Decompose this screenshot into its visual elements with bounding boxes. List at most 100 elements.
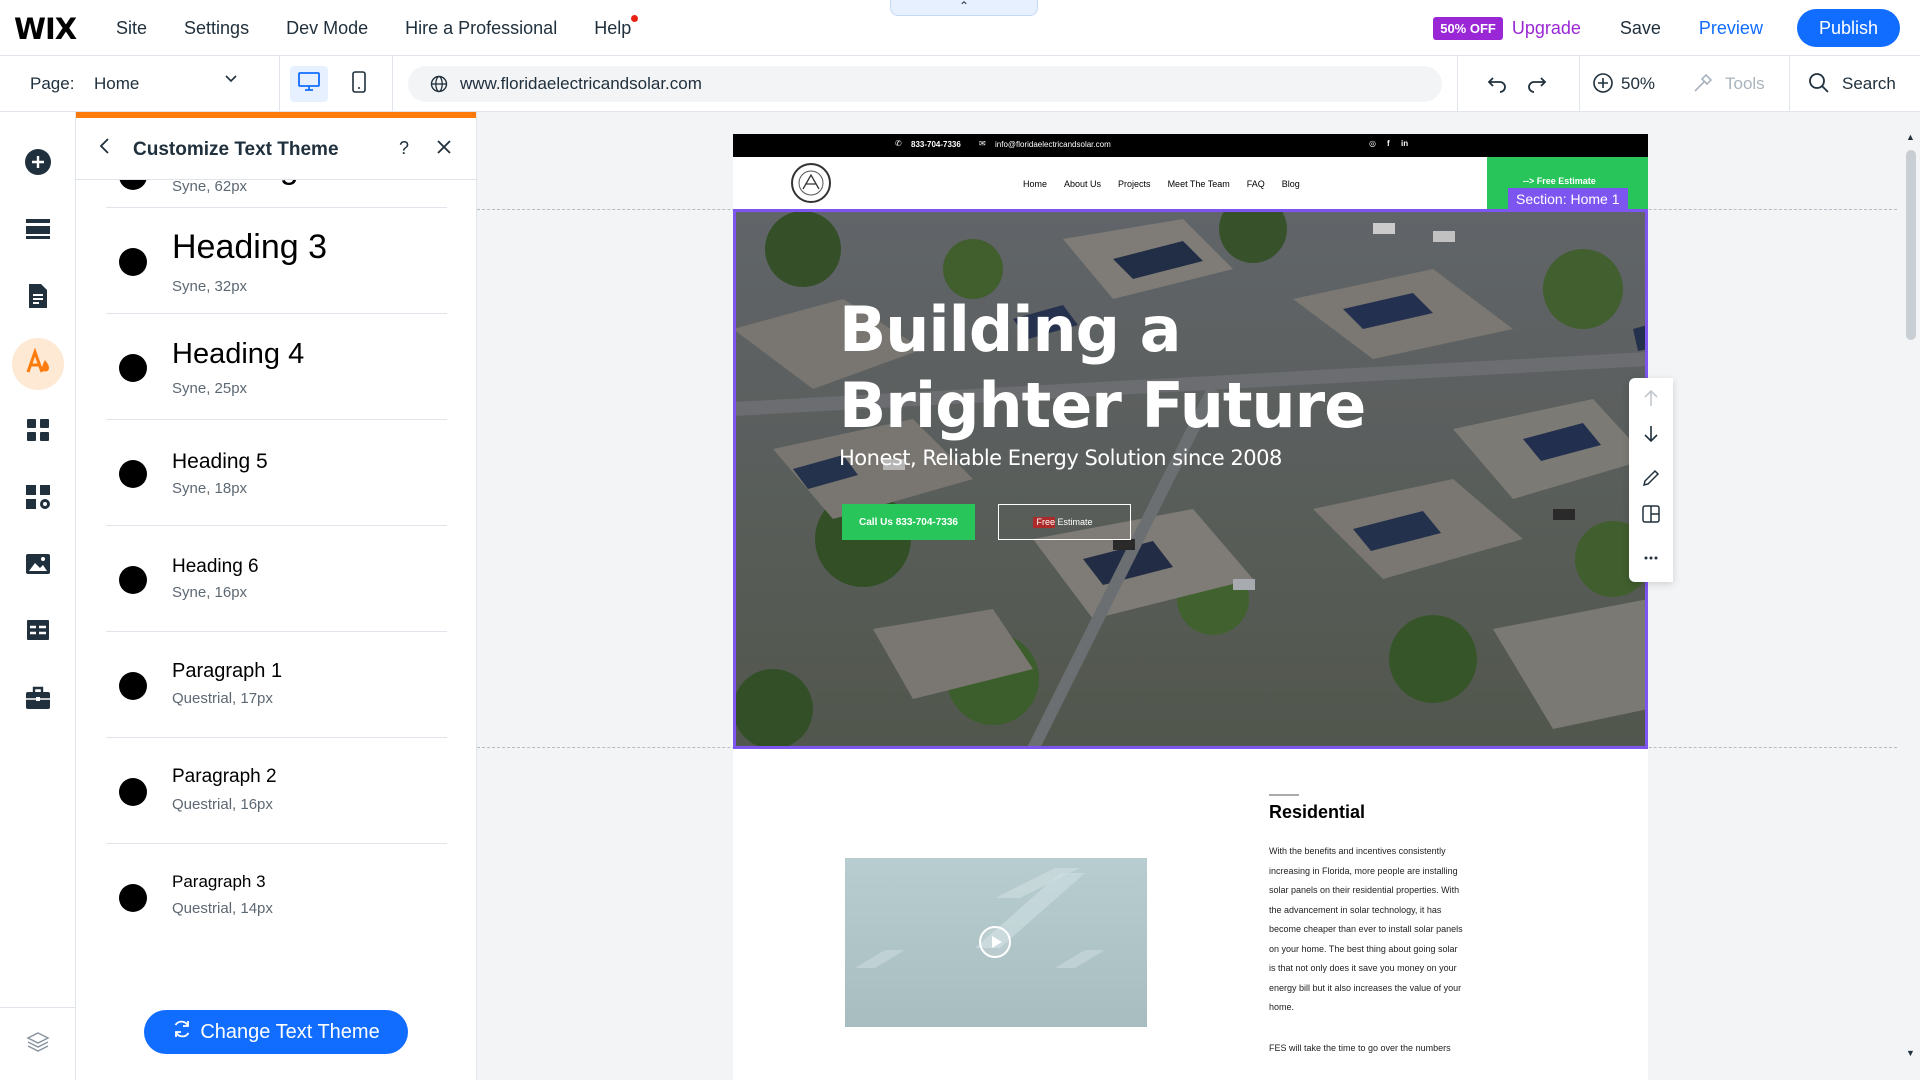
tools-button[interactable]: Tools: [1725, 74, 1765, 94]
image-icon: [25, 553, 51, 580]
color-dot: [119, 884, 147, 912]
scroll-down-arrow[interactable]: ▼: [1906, 1048, 1915, 1058]
section-tools: [1629, 378, 1673, 582]
sections-button[interactable]: [12, 205, 64, 257]
help-icon[interactable]: ?: [399, 138, 409, 159]
residential-more-text[interactable]: FES will take the time to go over the nu…: [1269, 1043, 1491, 1053]
chevron-down-icon[interactable]: [224, 72, 238, 91]
site-email[interactable]: info@floridaelectricandsolar.com: [995, 140, 1111, 149]
video-player[interactable]: [845, 858, 1147, 1027]
publish-button[interactable]: Publish: [1796, 9, 1900, 47]
menu-hire-professional[interactable]: Hire a Professional: [405, 18, 557, 39]
cms-button[interactable]: [12, 606, 64, 658]
more-icon[interactable]: [1641, 548, 1661, 573]
redo-icon[interactable]: [1525, 70, 1549, 99]
residential-title[interactable]: Residential: [1269, 802, 1365, 823]
scroll-thumb[interactable]: [1906, 150, 1916, 340]
desktop-icon: [297, 71, 321, 98]
layers-button[interactable]: [12, 1018, 64, 1070]
residential-line: on your home. The best thing about going…: [1269, 943, 1458, 954]
phone-icon: ✆: [895, 139, 902, 148]
zoom-icon[interactable]: [1592, 72, 1614, 99]
business-apps-button[interactable]: [12, 473, 64, 525]
site-menu: Home About Us Projects Meet The Team FAQ…: [1023, 179, 1300, 189]
free-estimate-button[interactable]: Free Estimate: [998, 504, 1131, 540]
move-up-icon[interactable]: [1641, 388, 1661, 413]
site-page[interactable]: ✆ 833-704-7336 ✉ info@floridaelectricand…: [733, 134, 1648, 1080]
scroll-up-arrow[interactable]: ▲: [1906, 132, 1915, 142]
site-url-bar[interactable]: www.floridaelectricandsolar.com: [408, 66, 1442, 102]
change-text-theme-button[interactable]: Change Text Theme: [144, 1010, 408, 1054]
theme-item-heading-3[interactable]: Heading 3 Syne, 32px: [106, 208, 447, 314]
hero-background-image: [736, 212, 1645, 746]
facebook-icon[interactable]: f: [1387, 139, 1390, 148]
section-badge[interactable]: Section: Home 1: [1508, 188, 1628, 210]
upgrade-link[interactable]: Upgrade: [1512, 18, 1581, 39]
theme-item-paragraph-3[interactable]: Paragraph 3 Questrial, 14px: [106, 844, 447, 950]
portfolio-button[interactable]: [12, 674, 64, 726]
hero-title-line-2: Brighter Future: [839, 369, 1366, 442]
color-dot: [119, 672, 147, 700]
color-dot: [119, 566, 147, 594]
hero-section[interactable]: Building a Brighter Future Honest, Relia…: [733, 209, 1648, 749]
theme-item-paragraph-1[interactable]: Paragraph 1 Questrial, 17px: [106, 632, 447, 738]
search-button[interactable]: Search: [1842, 74, 1896, 94]
collapse-toolbar-button[interactable]: ⌃: [890, 0, 1038, 16]
save-button[interactable]: Save: [1620, 18, 1661, 39]
menu-site[interactable]: Site: [116, 18, 147, 39]
apps-button[interactable]: [12, 406, 64, 458]
menu-help-wrap[interactable]: Help: [594, 14, 639, 39]
mobile-view-button[interactable]: [340, 66, 378, 102]
site-menu-team[interactable]: Meet The Team: [1168, 179, 1230, 189]
theme-item-heading-5[interactable]: Heading 5 Syne, 18px: [106, 420, 447, 526]
wix-logo[interactable]: WIX: [14, 12, 77, 46]
panel-title: Customize Text Theme: [133, 139, 339, 160]
back-arrow-icon[interactable]: [98, 137, 112, 161]
play-icon[interactable]: [979, 926, 1011, 958]
pages-button[interactable]: [12, 272, 64, 324]
menu-dev-mode[interactable]: Dev Mode: [286, 18, 368, 39]
menu-help[interactable]: Help: [594, 18, 631, 38]
theme-item-paragraph-2[interactable]: Paragraph 2 Questrial, 16px: [106, 738, 447, 844]
media-button[interactable]: [12, 540, 64, 592]
site-menu-home[interactable]: Home: [1023, 179, 1047, 189]
theme-item-font: Syne, 18px: [172, 480, 248, 497]
zoom-level[interactable]: 50%: [1621, 74, 1655, 94]
theme-drop-icon: [24, 346, 52, 381]
page-selector[interactable]: Home: [94, 74, 139, 94]
left-rail: [0, 112, 76, 1080]
discount-badge[interactable]: 50% OFF: [1433, 16, 1503, 40]
desktop-view-button[interactable]: [290, 66, 328, 102]
editor-canvas[interactable]: ✆ 833-704-7336 ✉ info@floridaelectricand…: [477, 112, 1920, 1080]
site-design-button[interactable]: [12, 338, 64, 390]
menu-settings[interactable]: Settings: [184, 18, 249, 39]
preview-button[interactable]: Preview: [1699, 18, 1763, 39]
color-dot: [119, 354, 147, 382]
site-menu-about[interactable]: About Us: [1064, 179, 1101, 189]
theme-item-heading-4[interactable]: Heading 4 Syne, 25px: [106, 314, 447, 420]
instagram-icon[interactable]: ◎: [1369, 139, 1376, 148]
site-contact-bar[interactable]: ✆ 833-704-7336 ✉ info@floridaelectricand…: [733, 134, 1648, 157]
call-us-button[interactable]: Call Us 833-704-7336: [842, 504, 975, 540]
canvas-scrollbar[interactable]: ▲ ▼: [1902, 132, 1920, 1062]
linkedin-icon[interactable]: in: [1401, 139, 1408, 148]
site-menu-projects[interactable]: Projects: [1118, 179, 1151, 189]
add-elements-button[interactable]: [12, 138, 64, 190]
tools-icon[interactable]: [1692, 72, 1714, 99]
edit-pencil-icon[interactable]: [1641, 468, 1661, 493]
site-logo[interactable]: [791, 163, 831, 203]
hero-title[interactable]: Building a Brighter Future: [839, 292, 1366, 444]
theme-item-heading-6[interactable]: Heading 6 Syne, 16px: [106, 526, 447, 632]
layout-icon[interactable]: [1641, 504, 1661, 529]
site-menu-faq[interactable]: FAQ: [1247, 179, 1265, 189]
search-icon[interactable]: [1808, 72, 1830, 99]
theme-item-font: Syne, 62px: [172, 178, 248, 195]
hero-subtitle[interactable]: Honest, Reliable Energy Solution since 2…: [839, 446, 1282, 470]
move-down-icon[interactable]: [1641, 424, 1661, 449]
site-phone[interactable]: 833-704-7336: [911, 140, 961, 149]
sections-icon: [25, 218, 51, 245]
residential-text[interactable]: With the benefits and incentives consist…: [1269, 842, 1491, 1018]
undo-icon[interactable]: [1485, 70, 1509, 99]
site-menu-blog[interactable]: Blog: [1282, 179, 1300, 189]
close-icon[interactable]: [436, 135, 452, 161]
